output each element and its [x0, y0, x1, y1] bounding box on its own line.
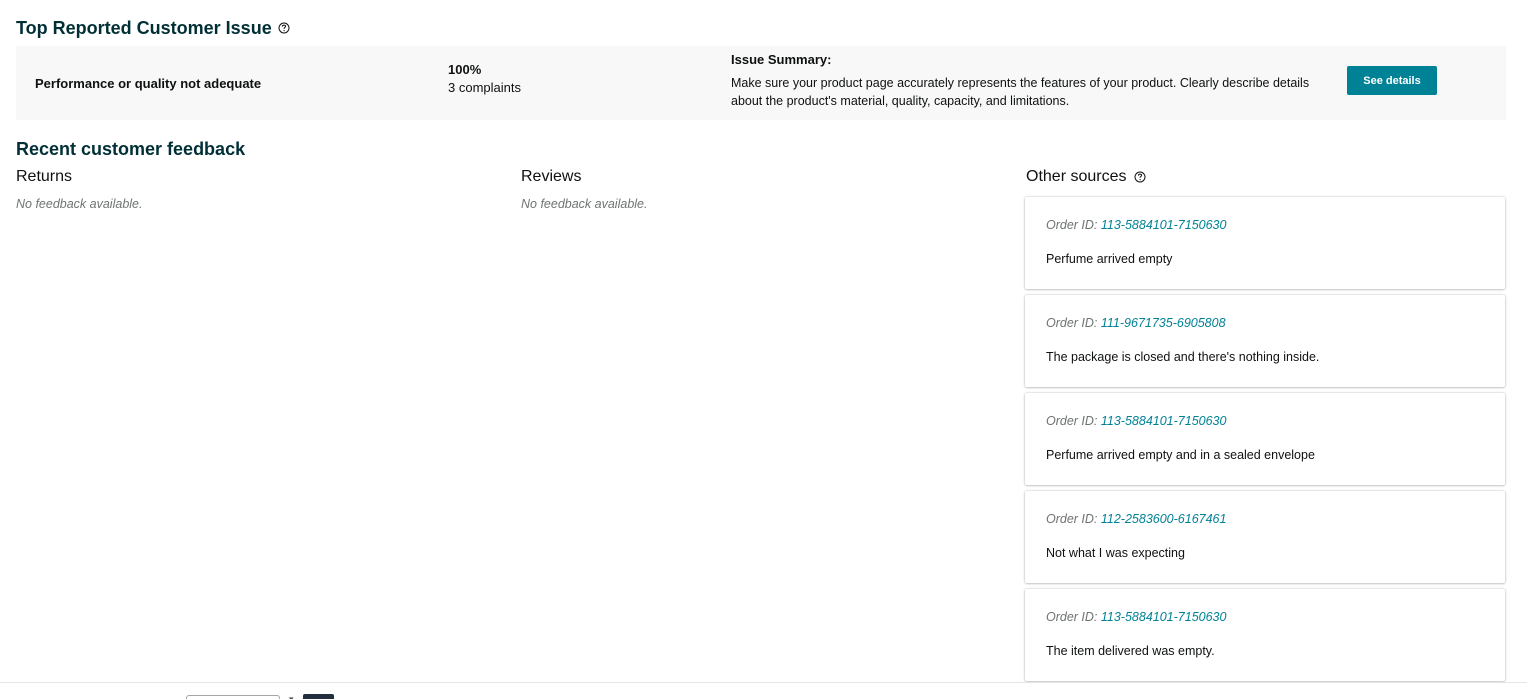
issue-percentage: 100% — [448, 62, 482, 77]
order-line: Order ID: 113-5884101-7150630 — [1046, 414, 1226, 428]
top-issue-panel: Performance or quality not adequate 100%… — [16, 46, 1506, 120]
order-line: Order ID: 112-2583600-6167461 — [1046, 512, 1226, 526]
feedback-comment: The item delivered was empty. — [1046, 644, 1215, 658]
order-id-link[interactable]: 113-5884101-7150630 — [1101, 218, 1227, 232]
page: Top Reported Customer Issue Performance … — [0, 0, 1527, 699]
order-line: Order ID: 113-5884101-7150630 — [1046, 218, 1226, 232]
issue-summary-text: Make sure your product page accurately r… — [731, 76, 1310, 108]
footer-divider — [0, 682, 1527, 683]
top-issue-heading: Top Reported Customer Issue — [16, 16, 290, 40]
issue-name: Performance or quality not adequate — [35, 76, 262, 91]
feedback-card: Order ID: 113-5884101-7150630 Perfume ar… — [1025, 393, 1505, 485]
order-line: Order ID: 113-5884101-7150630 — [1046, 610, 1226, 624]
order-id-link[interactable]: 111-9671735-6905808 — [1101, 316, 1226, 330]
footer-button[interactable] — [303, 694, 334, 699]
order-id-label: Order ID: — [1046, 316, 1101, 330]
order-id-link[interactable]: 112-2583600-6167461 — [1101, 512, 1227, 526]
other-sources-heading: Other sources — [1026, 168, 1146, 186]
order-id-label: Order ID: — [1046, 512, 1101, 526]
returns-heading-label: Returns — [16, 168, 73, 185]
order-id-link[interactable]: 113-5884101-7150630 — [1101, 414, 1227, 428]
question-circle-icon[interactable] — [278, 22, 290, 34]
order-id-label: Order ID: — [1046, 218, 1101, 232]
issue-summary-heading: Issue Summary: — [731, 52, 832, 67]
other-sources-heading-label: Other sources — [1026, 168, 1127, 185]
order-id-link[interactable]: 113-5884101-7150630 — [1101, 610, 1227, 624]
issue-complaint-count: 3 complaints — [448, 80, 521, 95]
returns-empty-text: No feedback available. — [16, 197, 143, 211]
order-line: Order ID: 111-9671735-6905808 — [1046, 316, 1226, 330]
feedback-card: Order ID: 111-9671735-6905808 The packag… — [1025, 295, 1505, 387]
feedback-card: Order ID: 112-2583600-6167461 Not what I… — [1025, 491, 1505, 583]
order-id-label: Order ID: — [1046, 414, 1101, 428]
order-id-label: Order ID: — [1046, 610, 1101, 624]
top-issue-title: Top Reported Customer Issue — [16, 18, 272, 38]
recent-feedback-title: Recent customer feedback — [16, 139, 246, 159]
feedback-comment: The package is closed and there's nothin… — [1046, 350, 1320, 364]
reviews-empty-text: No feedback available. — [521, 197, 648, 211]
feedback-card: Order ID: 113-5884101-7150630 Perfume ar… — [1025, 197, 1505, 289]
feedback-comment: Perfume arrived empty — [1046, 252, 1173, 266]
feedback-card: Order ID: 113-5884101-7150630 The item d… — [1025, 589, 1505, 681]
question-circle-icon[interactable] — [1134, 171, 1146, 183]
feedback-comment: Perfume arrived empty and in a sealed en… — [1046, 448, 1315, 462]
see-details-button[interactable]: See details — [1347, 66, 1437, 95]
footer-input[interactable] — [186, 695, 280, 699]
feedback-comment: Not what I was expecting — [1046, 546, 1185, 560]
returns-heading: Returns — [16, 168, 72, 186]
reviews-heading-label: Reviews — [521, 168, 582, 185]
reviews-heading: Reviews — [521, 168, 581, 186]
chevron-down-icon: ▾ — [289, 694, 294, 699]
